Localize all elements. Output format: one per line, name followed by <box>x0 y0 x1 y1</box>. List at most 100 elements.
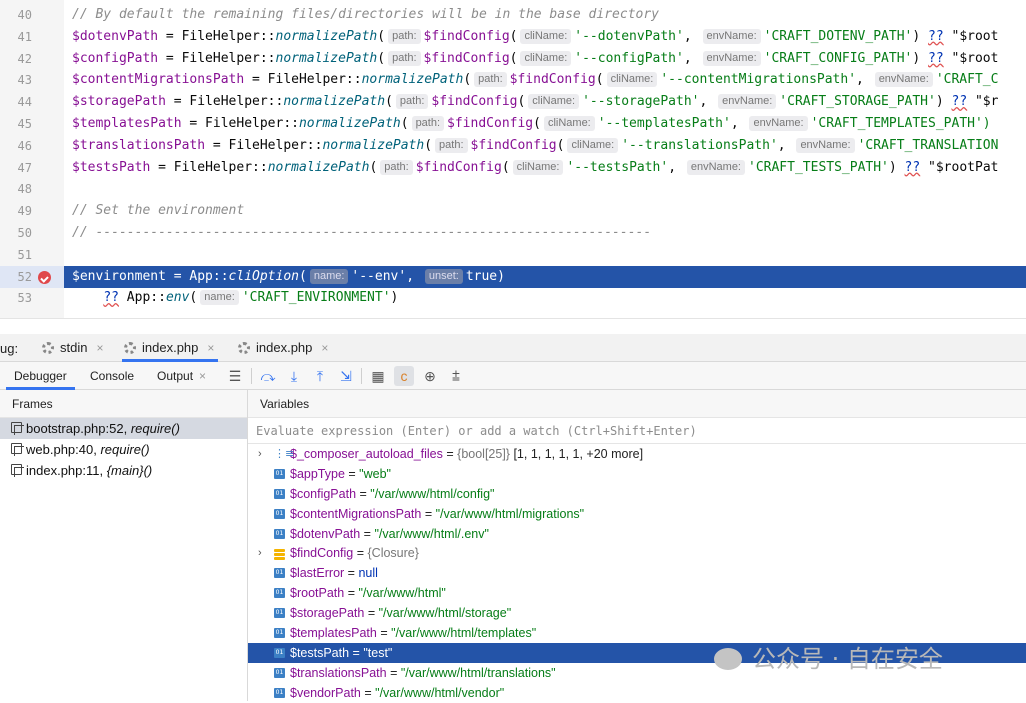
code-token: ?? <box>928 28 944 44</box>
add-watch-icon[interactable]: ⩲ <box>446 366 466 386</box>
code-line[interactable]: $templatesPath = FileHelper::normalizePa… <box>64 113 1026 135</box>
code-token: '--storagePath' <box>582 94 700 110</box>
breakpoint-icon[interactable] <box>38 270 51 284</box>
code-line[interactable]: // By default the remaining files/direct… <box>64 4 1026 26</box>
line-gutter[interactable]: 40 41 42 43 44 45 46 47 48 49 50 51 52 53 <box>0 0 64 318</box>
tab-index-php[interactable]: index.php × <box>236 334 332 362</box>
code-token: , <box>683 28 700 44</box>
code-line[interactable]: $configPath = FileHelper::normalizePath(… <box>64 48 1026 70</box>
variable-row[interactable]: 01 $templatesPath = "/var/www/html/templa… <box>248 623 1026 643</box>
gutter-line[interactable]: 53 <box>0 287 64 309</box>
gutter-line[interactable]: 50 <box>0 222 64 244</box>
code-line[interactable]: $testsPath = FileHelper::normalizePath(p… <box>64 157 1026 179</box>
toolbar-divider <box>361 368 362 384</box>
panel-splitter[interactable] <box>0 318 1026 334</box>
variable-row[interactable]: 01 $appType = "web" <box>248 464 1026 484</box>
tab-output[interactable]: Output × <box>149 362 214 390</box>
code-line[interactable] <box>64 244 1026 266</box>
code-token: ) <box>912 28 929 44</box>
gutter-line[interactable]: 48 <box>0 178 64 200</box>
primitive-icon: 01 <box>274 528 285 539</box>
tab-console[interactable]: Console <box>82 362 142 390</box>
variable-value: "/var/www/html/templates" <box>391 626 537 641</box>
variable-row[interactable]: 01 $lastError = null <box>248 563 1026 583</box>
stack-frame-icon <box>11 443 24 456</box>
code-token: // By default the remaining files/direct… <box>72 7 659 22</box>
tab-stdin[interactable]: stdin × <box>40 334 107 362</box>
gutter-line[interactable]: 49 <box>0 200 64 222</box>
variable-value: "/var/www/html/translations" <box>400 665 556 680</box>
variable-value: "/var/www/html/migrations" <box>435 506 585 521</box>
frame-location: index.php:11, <box>26 463 107 478</box>
parameter-hint: cliName: <box>567 137 619 153</box>
run-to-cursor-icon[interactable]: ⇲ <box>336 366 356 386</box>
code-token: "$rootPat <box>920 159 999 175</box>
equals-sign: = <box>442 447 458 461</box>
code-line[interactable]: $dotenvPath = FileHelper::normalizePath(… <box>64 26 1026 48</box>
gutter-line[interactable]: 44 <box>0 91 64 113</box>
code-token: $findConfig <box>423 28 510 44</box>
code-line[interactable]: ?? App::env(name: 'CRAFT_ENVIRONMENT') <box>64 287 1026 309</box>
chevron-right-icon[interactable]: › <box>258 444 262 464</box>
variable-value: "/var/www/html" <box>358 586 446 601</box>
primitive-icon: 01 <box>274 468 285 479</box>
tab-debugger[interactable]: Debugger <box>6 362 75 390</box>
code-line[interactable]: $storagePath = FileHelper::normalizePath… <box>64 91 1026 113</box>
evaluate-expression-input[interactable]: Evaluate expression (Enter) or add a wat… <box>248 418 1026 444</box>
php-console-icon[interactable]: c <box>394 366 414 386</box>
gutter-line[interactable]: 47 <box>0 157 64 179</box>
globe-icon[interactable]: ⊕ <box>420 366 440 386</box>
step-out-icon[interactable]: ⤒ <box>310 366 330 386</box>
gutter-line[interactable]: 42 <box>0 48 64 70</box>
variable-row[interactable]: › $findConfig = {Closure} <box>248 543 1026 563</box>
code-line-current[interactable]: $environment = App::cliOption(name: '--en… <box>64 265 1026 288</box>
debugger-toolbar: Debugger Console Output × ☰ ⤼ ⤓ ⤒ ⇲ ▦ c ⊕… <box>0 362 1026 390</box>
code-token: normalizePath <box>298 116 401 131</box>
menu-icon[interactable]: ☰ <box>225 366 245 386</box>
code-line[interactable] <box>64 178 1026 200</box>
tab-console-label: Console <box>90 369 135 383</box>
close-icon[interactable]: × <box>207 334 214 362</box>
code-editor[interactable]: 40 41 42 43 44 45 46 47 48 49 50 51 52 53 // By defau… <box>0 0 1026 318</box>
parameter-hint: cliName: <box>520 50 572 66</box>
code-line[interactable]: // Set the environment <box>64 200 1026 222</box>
code-token: normalizePath <box>267 159 370 175</box>
gutter-line[interactable]: 40 <box>0 4 64 26</box>
variable-row[interactable]: 01 $vendorPath = "/var/www/html/vendor" <box>248 683 1026 703</box>
gutter-line[interactable]: 45 <box>0 113 64 135</box>
step-over-icon[interactable]: ⤼ <box>258 366 278 386</box>
line-number: 40 <box>17 8 32 22</box>
step-into-icon[interactable]: ⤓ <box>284 366 304 386</box>
close-icon[interactable]: × <box>321 334 328 362</box>
stack-frame-icon <box>11 464 24 477</box>
evaluate-table-icon[interactable]: ▦ <box>368 366 388 386</box>
frame-row[interactable]: bootstrap.php:52, require() <box>0 418 247 439</box>
frame-row[interactable]: web.php:40, require() <box>0 439 247 460</box>
code-token: ?? <box>951 94 968 110</box>
frame-row[interactable]: index.php:11, {main}() <box>0 460 247 481</box>
code-token: ( <box>556 137 565 153</box>
gutter-line[interactable]: 51 <box>0 244 64 266</box>
variable-row[interactable]: › ⋮≡ $_composer_autoload_files = {bool[25]… <box>248 444 1026 464</box>
code-token: , <box>699 94 716 110</box>
variable-value: "web" <box>359 466 391 481</box>
gutter-line[interactable]: 52 <box>0 265 64 288</box>
gutter-line[interactable]: 46 <box>0 135 64 157</box>
parameter-hint: path: <box>395 94 429 110</box>
variable-row[interactable]: 01 $storagePath = "/var/www/html/storage" <box>248 603 1026 623</box>
variable-row[interactable]: 01 $dotenvPath = "/var/www/html/.env" <box>248 524 1026 544</box>
code-line[interactable]: // -------------------------------------… <box>64 222 1026 244</box>
close-icon[interactable]: × <box>96 334 103 362</box>
variable-row[interactable]: 01 $configPath = "/var/www/html/config" <box>248 484 1026 504</box>
code-line[interactable]: $contentMigrationsPath = FileHelper::nor… <box>64 69 1026 91</box>
code-token: , <box>406 268 422 284</box>
code-token: = FileHelper:: <box>158 28 276 44</box>
tab-index-php-active[interactable]: index.php × <box>122 334 219 362</box>
variable-row[interactable]: 01 $contentMigrationsPath = "/var/www/htm… <box>248 504 1026 524</box>
variable-row[interactable]: 01 $rootPath = "/var/www/html" <box>248 583 1026 603</box>
close-icon[interactable]: × <box>199 369 206 383</box>
gutter-line[interactable]: 41 <box>0 26 64 48</box>
chevron-right-icon[interactable]: › <box>258 543 262 563</box>
code-line[interactable]: $translationsPath = FileHelper::normaliz… <box>64 135 1026 157</box>
gutter-line[interactable]: 43 <box>0 69 64 91</box>
